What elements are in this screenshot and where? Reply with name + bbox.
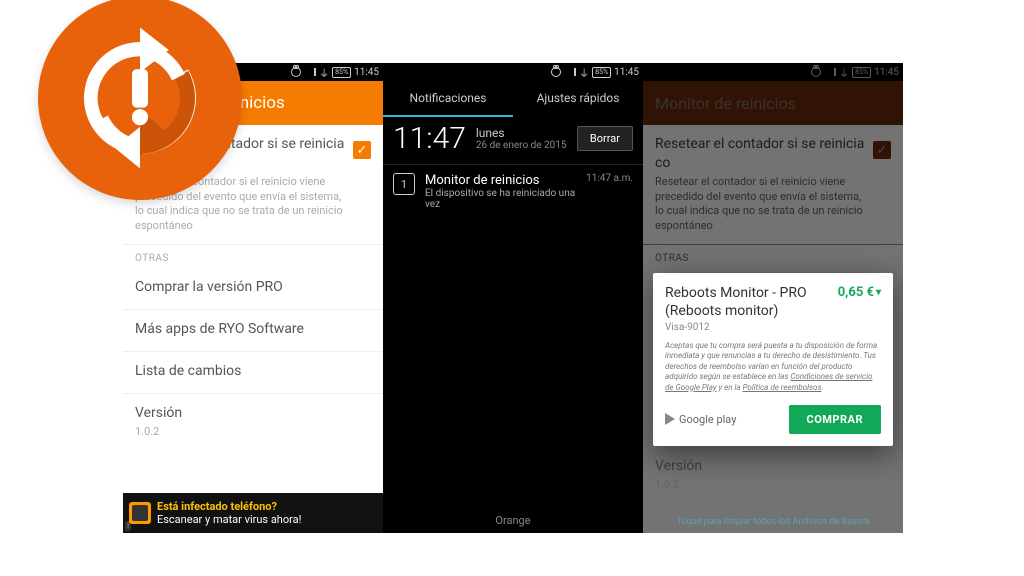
clear-button[interactable]: Borrar	[577, 126, 633, 151]
ad-robot-icon	[129, 502, 151, 524]
price-dropdown[interactable]: 0,65 € ▾	[838, 285, 881, 300]
shade-day: lunes	[476, 126, 567, 140]
terms-text: Aceptas que tu compra será puesta a tu d…	[665, 341, 881, 393]
chevron-down-icon: ▾	[876, 287, 881, 298]
version-label: Versión	[135, 404, 371, 423]
shade-date: 26 de enero de 2015	[476, 140, 567, 151]
screen-notification-shade: ⏚ 85% 11:45 Notificaciones Ajustes rápid…	[383, 63, 643, 533]
tab-notifications[interactable]: Notificaciones	[383, 81, 513, 117]
ad-line1: Está infectado teléfono?	[157, 500, 301, 513]
google-play-badge: Google play	[665, 413, 736, 426]
wifi-icon: ⏚	[579, 65, 589, 80]
battery-icon: 85%	[592, 67, 611, 78]
item-version: Versión 1.0.2	[123, 394, 383, 450]
signal-icon	[564, 68, 576, 76]
status-bar: ⏚ 85% 11:45	[383, 63, 643, 81]
alarm-icon	[551, 67, 561, 77]
status-time: 11:45	[354, 67, 379, 78]
product-title: Reboots Monitor - PRO (Reboots monitor)	[665, 285, 807, 320]
buy-button[interactable]: COMPRAR	[789, 405, 882, 434]
wifi-icon: ⏚	[319, 65, 329, 80]
item-changelog[interactable]: Lista de cambios	[123, 352, 383, 394]
section-others: OTRAS	[123, 245, 383, 268]
play-triangle-icon	[665, 413, 675, 425]
status-time: 11:45	[614, 67, 639, 78]
carrier-label: Orange	[383, 514, 643, 527]
item-buy-pro[interactable]: Comprar la versión PRO	[123, 268, 383, 310]
battery-icon: 85%	[332, 67, 351, 78]
signal-icon	[304, 68, 316, 76]
notification-title: Monitor de reinicios	[425, 173, 576, 188]
ad-banner[interactable]: i Está infectado teléfono? Escanear y ma…	[123, 493, 383, 533]
item-more-apps[interactable]: Más apps de RYO Software	[123, 310, 383, 352]
notification-body: El dispositivo se ha reiniciado una vez	[425, 188, 576, 210]
app-logo-icon	[38, 0, 242, 200]
alarm-icon	[291, 67, 301, 77]
checkbox-icon[interactable]: ✓	[353, 141, 371, 159]
payment-card[interactable]: Visa-9012	[665, 322, 807, 333]
notification-app-icon: 1	[393, 173, 415, 195]
purchase-dialog: Reboots Monitor - PRO (Reboots monitor) …	[653, 273, 893, 446]
notification-time: 11:47 a.m.	[586, 173, 633, 184]
version-value: 1.0.2	[135, 425, 371, 440]
refund-link[interactable]: Política de reembolsos	[743, 383, 822, 392]
notification-item[interactable]: 1 Monitor de reinicios El dispositivo se…	[383, 164, 643, 218]
screen-purchase-dialog: ⏚ 85% 11:45 Monitor de reinicios Resetea…	[643, 63, 903, 533]
cleanup-hint[interactable]: Toque para limpiar todos los Archivos de…	[643, 517, 903, 527]
shade-clock: 11:47	[393, 121, 466, 156]
tab-quick-settings[interactable]: Ajustes rápidos	[513, 81, 643, 117]
ad-line2: Escanear y matar virus ahora!	[157, 513, 301, 526]
